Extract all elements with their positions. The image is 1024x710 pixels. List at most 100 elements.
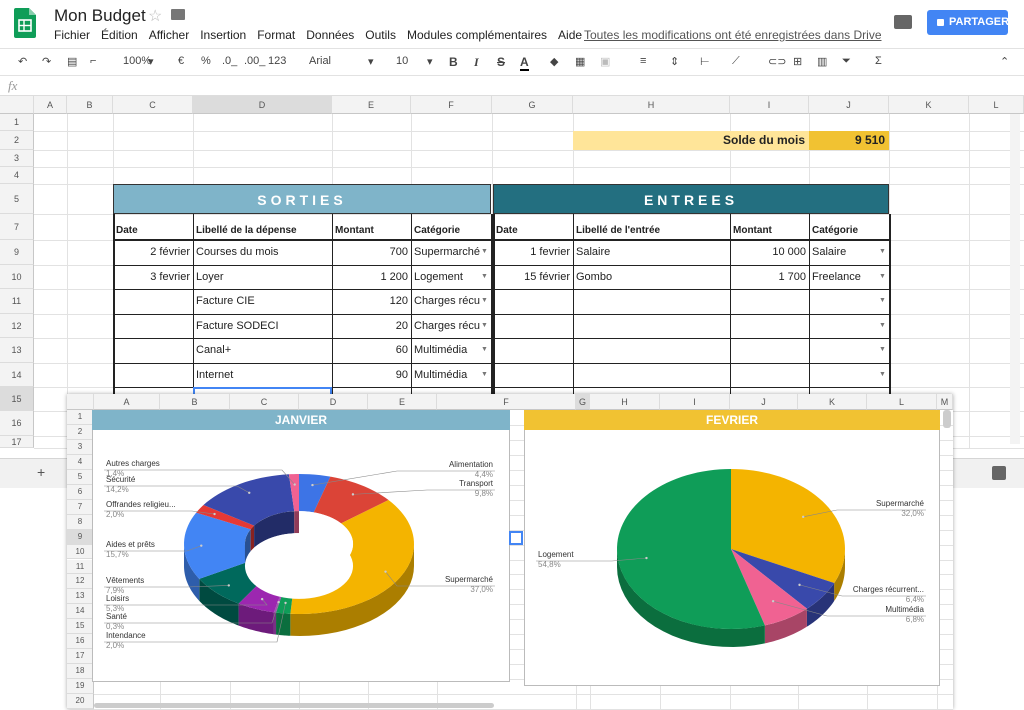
- entrees-cell[interactable]: [576, 363, 727, 387]
- sorties-cell[interactable]: 90: [335, 363, 408, 387]
- text-wrap-icon[interactable]: ⊢: [700, 55, 710, 68]
- entrees-header-cell[interactable]: Montant: [733, 221, 807, 240]
- text-rotation-icon[interactable]: ⟋: [732, 55, 740, 68]
- comments-icon[interactable]: [894, 15, 912, 29]
- increase-decimals-button[interactable]: .00_: [244, 55, 265, 67]
- column-header-K[interactable]: K: [889, 96, 969, 114]
- sorties-cell[interactable]: Logement: [414, 265, 488, 289]
- entrees-header-cell[interactable]: Libellé de l'entrée: [576, 221, 728, 240]
- fill-color-icon[interactable]: ◆: [550, 55, 558, 68]
- collapse-toolbar-icon[interactable]: ⌃: [1000, 55, 1009, 68]
- column-header-C[interactable]: C: [113, 96, 193, 114]
- entrees-cell[interactable]: [733, 314, 806, 338]
- dropdown-arrow-icon[interactable]: ▼: [481, 297, 488, 304]
- entrees-cell[interactable]: [812, 363, 886, 387]
- paint-format-icon[interactable]: ⌐: [90, 55, 96, 67]
- entrees-cell[interactable]: 15 février: [496, 265, 570, 289]
- row-header-5[interactable]: 5: [0, 184, 34, 214]
- sorties-header-cell[interactable]: Montant: [335, 221, 409, 240]
- entrees-cell[interactable]: Freelance: [812, 265, 886, 289]
- document-title[interactable]: Mon Budget: [54, 6, 146, 26]
- sorties-cell[interactable]: Internet: [196, 363, 329, 387]
- sorties-banner[interactable]: SORTIES: [113, 184, 491, 214]
- entrees-cell[interactable]: [496, 338, 570, 363]
- menu-edition[interactable]: Édition: [101, 28, 138, 42]
- dropdown-arrow-icon[interactable]: ▼: [879, 248, 886, 255]
- row-header-17[interactable]: 17: [0, 436, 34, 448]
- sorties-cell[interactable]: Canal+: [196, 338, 329, 363]
- column-header-F[interactable]: F: [411, 96, 492, 114]
- menu-modules[interactable]: Modules complémentaires: [407, 28, 547, 42]
- sorties-cell[interactable]: 60: [335, 338, 408, 363]
- sorties-header-cell[interactable]: Catégorie: [414, 221, 489, 240]
- sorties-header-cell[interactable]: Libellé de la dépense: [196, 221, 330, 240]
- column-header-L[interactable]: L: [969, 96, 1024, 114]
- sorties-cell[interactable]: Supermarché: [414, 240, 488, 265]
- align-vertical-icon[interactable]: ⇕: [670, 55, 679, 68]
- column-header-D[interactable]: D: [193, 96, 332, 114]
- dropdown-arrow-icon[interactable]: ▼: [481, 346, 488, 353]
- entrees-cell[interactable]: [733, 289, 806, 314]
- entrees-cell[interactable]: 1 700: [733, 265, 806, 289]
- column-header-I[interactable]: I: [730, 96, 809, 114]
- bold-button[interactable]: B: [449, 55, 458, 69]
- star-icon[interactable]: ☆: [148, 6, 162, 26]
- font-select[interactable]: Arial: [309, 55, 331, 67]
- sorties-cell[interactable]: Facture SODECI: [196, 314, 329, 338]
- entrees-header-cell[interactable]: Catégorie: [812, 221, 887, 240]
- italic-button[interactable]: I: [474, 55, 479, 70]
- dropdown-arrow-icon[interactable]: ▼: [879, 273, 886, 280]
- decrease-decimals-button[interactable]: .0_: [222, 55, 237, 67]
- menu-donnees[interactable]: Données: [306, 28, 354, 42]
- sorties-cell[interactable]: 700: [335, 240, 408, 265]
- sorties-cell[interactable]: 120: [335, 289, 408, 314]
- entrees-cell[interactable]: [576, 338, 727, 363]
- sorties-cell[interactable]: [116, 363, 190, 387]
- row-header-16[interactable]: 16: [0, 411, 34, 436]
- entrees-cell[interactable]: Salaire: [576, 240, 727, 265]
- sorties-cell[interactable]: 20: [335, 314, 408, 338]
- entrees-cell[interactable]: [733, 338, 806, 363]
- sorties-cell[interactable]: Charges récu: [414, 289, 488, 314]
- sorties-cell[interactable]: Charges récu: [414, 314, 488, 338]
- redo-icon[interactable]: ↷: [42, 55, 51, 68]
- column-header-H[interactable]: H: [573, 96, 730, 114]
- entrees-cell[interactable]: Salaire: [812, 240, 886, 265]
- row-header-15[interactable]: 15: [0, 387, 34, 411]
- dropdown-arrow-icon[interactable]: ▼: [879, 371, 886, 378]
- dropdown-arrow-icon[interactable]: ▼: [879, 322, 886, 329]
- currency-button[interactable]: €: [178, 55, 184, 67]
- dropdown-arrow-icon[interactable]: ▼: [879, 297, 886, 304]
- dropdown-arrow-icon[interactable]: ▼: [481, 371, 488, 378]
- comment-add-icon[interactable]: ⊞: [793, 55, 802, 68]
- sorties-cell[interactable]: 2 février: [116, 240, 190, 265]
- row-header-12[interactable]: 12: [0, 314, 34, 338]
- explore-icon[interactable]: [992, 466, 1006, 480]
- font-dropdown-icon[interactable]: ▾: [368, 55, 374, 68]
- sorties-header-cell[interactable]: Date: [116, 221, 191, 240]
- row-header-3[interactable]: 3: [0, 150, 34, 167]
- sorties-cell[interactable]: Courses du mois: [196, 240, 329, 265]
- filter-icon[interactable]: ⏷: [842, 55, 851, 68]
- sorties-cell[interactable]: [116, 338, 190, 363]
- row-header-4[interactable]: 4: [0, 167, 34, 184]
- folder-icon[interactable]: [171, 9, 185, 20]
- entrees-cell[interactable]: [576, 314, 727, 338]
- percent-button[interactable]: %: [201, 55, 211, 67]
- entrees-cell[interactable]: [812, 338, 886, 363]
- align-horizontal-icon[interactable]: ≡: [640, 55, 646, 67]
- zoom-dropdown-icon[interactable]: ▾: [148, 55, 154, 68]
- entrees-cell[interactable]: [496, 314, 570, 338]
- add-sheet-icon[interactable]: +: [37, 464, 45, 480]
- row-header-9[interactable]: 9: [0, 240, 34, 265]
- entrees-cell[interactable]: Gombo: [576, 265, 727, 289]
- row-header-11[interactable]: 11: [0, 289, 34, 314]
- entrees-banner[interactable]: ENTREES: [493, 184, 889, 214]
- borders-icon[interactable]: ▦: [575, 55, 585, 68]
- menu-fichier[interactable]: Fichier: [54, 28, 90, 42]
- menu-insertion[interactable]: Insertion: [200, 28, 246, 42]
- sorties-cell[interactable]: Multimédia: [414, 338, 488, 363]
- sorties-cell[interactable]: Facture CIE: [196, 289, 329, 314]
- number-format-button[interactable]: 123: [268, 55, 286, 67]
- entrees-cell[interactable]: [812, 289, 886, 314]
